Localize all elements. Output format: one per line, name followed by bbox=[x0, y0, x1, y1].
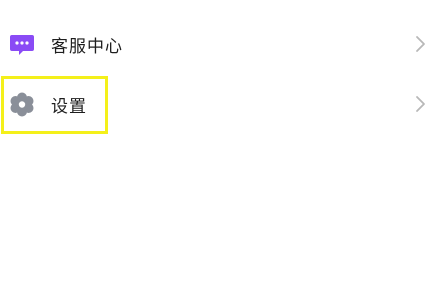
gear-icon bbox=[8, 90, 36, 118]
settings-menu-screen: 客服中心 设置 bbox=[0, 0, 437, 304]
menu-item-label: 客服中心 bbox=[51, 36, 123, 57]
chat-bubble-icon bbox=[8, 30, 36, 58]
chevron-right-icon bbox=[415, 34, 427, 54]
menu-item-settings[interactable]: 设置 bbox=[0, 74, 437, 134]
menu-item-label: 设置 bbox=[51, 96, 87, 117]
menu-item-customer-service[interactable]: 客服中心 bbox=[0, 14, 437, 74]
chevron-right-icon bbox=[415, 94, 427, 114]
